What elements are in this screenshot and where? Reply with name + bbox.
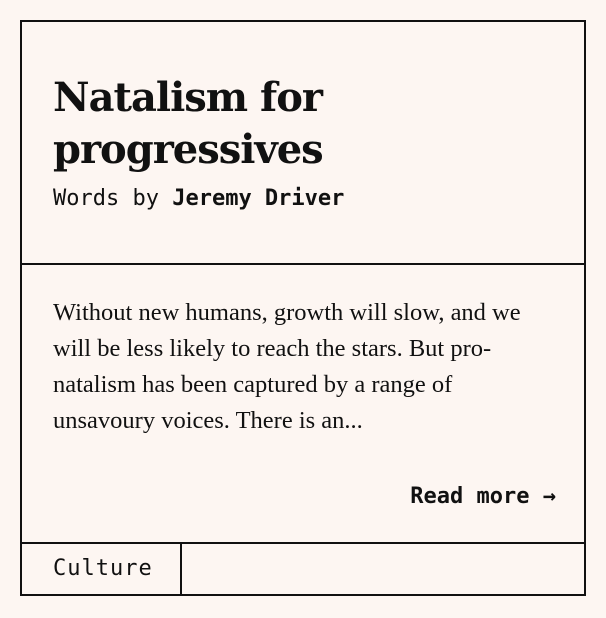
- byline: Words by Jeremy Driver: [53, 185, 344, 213]
- article-footer: Culture: [22, 544, 584, 594]
- article-card: Natalism for progressives Words by Jerem…: [20, 20, 586, 596]
- article-body: Without new humans, growth will slow, an…: [22, 265, 584, 544]
- byline-prefix: Words by: [53, 186, 159, 211]
- author-name[interactable]: Jeremy Driver: [172, 186, 344, 211]
- category-label: Culture: [53, 556, 153, 581]
- arrow-right-icon: →: [542, 484, 556, 509]
- article-header: Natalism for progressives Words by Jerem…: [22, 22, 584, 265]
- article-excerpt: Without new humans, growth will slow, an…: [53, 299, 521, 434]
- read-more-label: Read more: [410, 484, 530, 509]
- category-tag[interactable]: Culture: [22, 544, 182, 594]
- read-more-link[interactable]: Read more →: [410, 483, 556, 511]
- article-title[interactable]: Natalism for progressives: [53, 72, 513, 176]
